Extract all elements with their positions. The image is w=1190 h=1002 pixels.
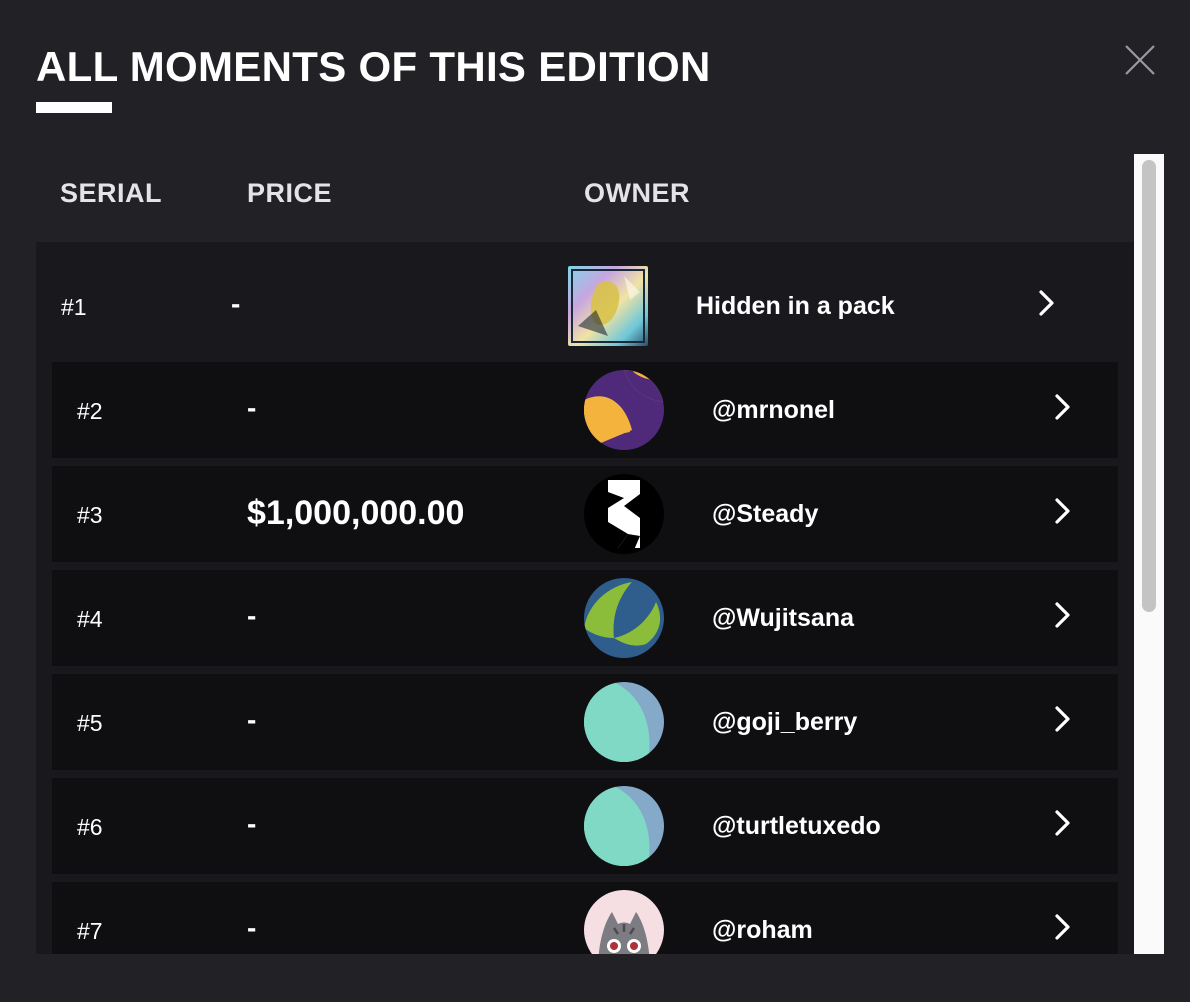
title-underline [36,102,112,113]
chevron-right-icon [1055,914,1070,940]
modal-title: ALL MOMENTS OF THIS EDITION [36,43,711,90]
chevron-right-icon [1055,498,1070,524]
column-header-price: PRICE [247,178,333,208]
serial-number: #7 [77,918,103,944]
close-button[interactable] [1122,42,1158,78]
table-row[interactable]: #2 - @mrnonel [52,362,1118,458]
purple-yellow-avatar [584,370,664,450]
pack-card-image [568,266,648,346]
teal-avatar [584,786,664,866]
table-row[interactable]: #3 $1,000,000.00 @Steady [52,466,1118,562]
serial-number: #6 [77,814,103,840]
serial-number: #2 [77,398,103,424]
table-row[interactable]: #4 - @Wujitsana [52,570,1118,666]
price: - [247,912,257,943]
blue-green-avatar [584,578,664,658]
owner-name: Hidden in a pack [696,292,895,320]
chevron-right-icon [1055,706,1070,732]
black-white-avatar [584,474,664,554]
column-header-serial: SERIAL [60,178,163,208]
chevron-right-icon [1055,602,1070,628]
column-header-owner: OWNER [584,178,690,208]
price: - [231,288,241,319]
owner-name: @Steady [712,500,819,528]
table-row[interactable]: #5 - @goji_berry [52,674,1118,770]
chevron-right-icon [1055,810,1070,836]
serial-number: #5 [77,710,103,736]
chevron-right-icon [1055,394,1070,420]
price: - [247,392,257,423]
scrollbar[interactable] [1134,154,1164,954]
owner-name: @mrnonel [712,396,835,424]
teal-avatar [584,682,664,762]
cat-avatar [584,890,664,954]
owner-name: @roham [712,916,813,944]
table-row[interactable]: #6 - @turtletuxedo [52,778,1118,874]
scrollbar-thumb[interactable] [1142,160,1156,612]
price: - [247,808,257,839]
serial-number: #3 [77,502,103,528]
price: $1,000,000.00 [247,494,465,532]
close-icon [1125,45,1155,75]
table-row[interactable]: #1 - Hidden in a pack [36,242,1134,362]
owner-name: @turtletuxedo [712,812,881,840]
moments-table: #1 - Hidden in a pack #2 - @mrnonel #3 $… [36,242,1134,954]
serial-number: #4 [77,606,103,632]
chevron-right-icon [1039,290,1054,316]
price: - [247,704,257,735]
price: - [247,600,257,631]
serial-number: #1 [61,294,87,320]
table-row[interactable]: #7 - @roham [52,882,1118,954]
owner-name: @goji_berry [712,708,858,736]
owner-name: @Wujitsana [712,604,854,632]
table-header: SERIAL PRICE OWNER [36,154,1134,242]
